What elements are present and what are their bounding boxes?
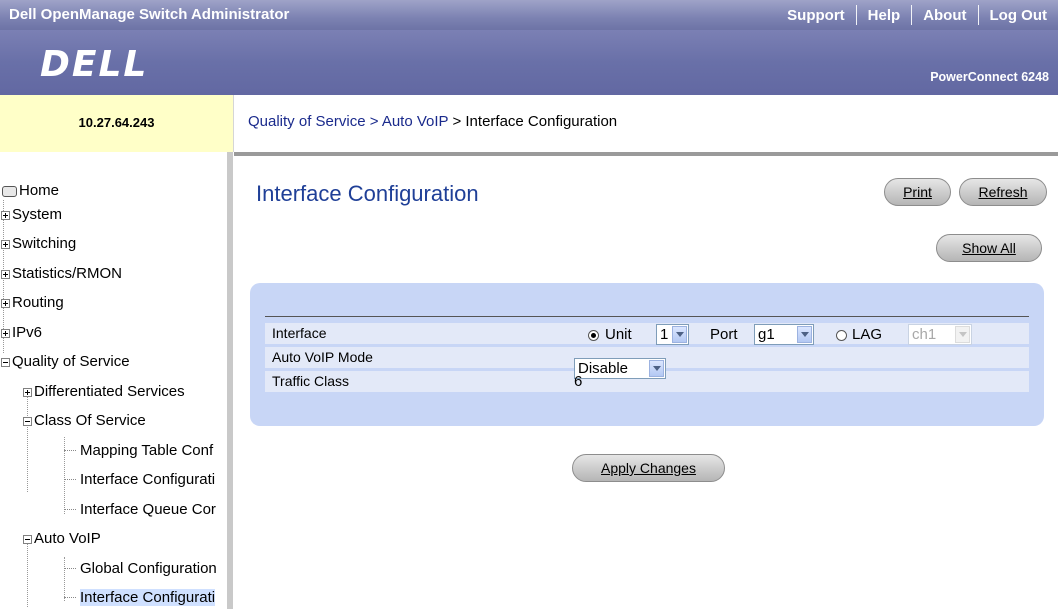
sidebar-item-voip-interface[interactable]: Interface Configurati (64, 589, 216, 606)
expand-icon[interactable] (1, 269, 10, 279)
ip-address: 10.27.64.243 (78, 115, 155, 130)
sidebar-item-label: Switching (12, 235, 77, 252)
sidebar-item-label: Statistics/RMON (12, 265, 123, 282)
sidebar-item-qos[interactable]: Quality of Service (1, 353, 130, 370)
sidebar-item-cos[interactable]: Class Of Service (23, 412, 146, 429)
sidebar-item-label: Quality of Service (12, 353, 130, 370)
help-link[interactable]: Help (857, 7, 912, 24)
expand-icon[interactable] (1, 239, 10, 249)
panel-divider (265, 316, 1029, 317)
sidebar-item-label: Mapping Table Conf (80, 442, 214, 459)
sidebar-item-diffserv[interactable]: Differentiated Services (23, 383, 185, 400)
expand-icon[interactable] (1, 298, 10, 308)
sidebar-item-label: Routing (12, 294, 64, 311)
port-label: Port (710, 326, 738, 343)
app-title: Dell OpenManage Switch Administrator (9, 6, 290, 23)
nav-divider (911, 5, 913, 25)
header-banner (0, 30, 1058, 95)
chevron-down-icon (955, 326, 970, 343)
collapse-icon[interactable] (23, 416, 32, 426)
lag-select[interactable]: ch1 (908, 324, 972, 345)
nav-divider (977, 5, 979, 25)
ip-address-box: 10.27.64.243 (0, 95, 234, 152)
sidebar-nav: Home System Switching Statistics/RMON Ro… (0, 152, 233, 609)
lag-value: ch1 (912, 326, 937, 343)
tree-leaf-line (64, 450, 76, 452)
sidebar-item-home[interactable]: Home (2, 182, 59, 199)
support-link[interactable]: Support (776, 7, 856, 24)
tree-leaf-line (64, 509, 76, 511)
sidebar-item-cos-mapping[interactable]: Mapping Table Conf (64, 442, 213, 459)
chevron-down-icon (649, 360, 664, 377)
collapse-icon[interactable] (1, 357, 10, 367)
expand-icon[interactable] (1, 210, 10, 220)
tree-guide (27, 537, 28, 607)
sidebar-item-label: Class Of Service (34, 412, 146, 429)
sidebar-item-routing[interactable]: Routing (1, 294, 64, 311)
top-bar: Dell OpenManage Switch Administrator Sup… (0, 0, 1058, 30)
switch-model: PowerConnect 6248 (930, 70, 1049, 84)
breadcrumb-autovoip[interactable]: Auto VoIP (382, 113, 448, 130)
breadcrumb-bar: Quality of Service > Auto VoIP > Interfa… (234, 95, 1058, 152)
auto-voip-mode-select[interactable]: Disable (574, 358, 666, 379)
traffic-class-value: 6 (574, 373, 583, 390)
breadcrumb-current: Interface Configuration (465, 113, 618, 130)
logout-link[interactable]: Log Out (979, 7, 1058, 24)
breadcrumb-qos[interactable]: Quality of Service (248, 113, 366, 130)
port-value: g1 (758, 326, 775, 343)
refresh-button[interactable]: Refresh (959, 178, 1047, 206)
sidebar-item-label: Auto VoIP (34, 530, 101, 547)
sidebar-item-label: Interface Queue Cor (80, 501, 216, 518)
unit-value: 1 (660, 326, 669, 343)
sidebar-item-system[interactable]: System (1, 206, 62, 223)
interface-label: Interface (272, 325, 327, 341)
sidebar-item-autovoip[interactable]: Auto VoIP (23, 530, 101, 547)
tree-leaf-line (64, 479, 76, 481)
page-title: Interface Configuration (256, 181, 479, 206)
chevron-down-icon (797, 326, 812, 343)
tree-guide (27, 392, 28, 492)
sidebar-item-label: System (12, 206, 63, 223)
chevron-down-icon (672, 326, 687, 343)
sidebar-item-label: Home (19, 182, 60, 199)
sidebar-item-voip-global[interactable]: Global Configuration (64, 560, 217, 577)
show-all-button[interactable]: Show All (936, 234, 1042, 262)
auto-voip-mode-label: Auto VoIP Mode (272, 349, 373, 365)
sidebar-item-ipv6[interactable]: IPv6 (1, 324, 42, 341)
tree-leaf-line (64, 597, 76, 599)
sidebar-item-label: IPv6 (12, 324, 43, 341)
port-select[interactable]: g1 (754, 324, 814, 345)
unit-select[interactable]: 1 (656, 324, 689, 345)
sidebar-item-cos-interface[interactable]: Interface Configurati (64, 471, 215, 488)
traffic-class-label: Traffic Class (272, 373, 350, 389)
sidebar-item-label: Interface Configurati (80, 589, 216, 606)
top-nav: Support Help About Log Out (776, 0, 1058, 30)
about-link[interactable]: About (912, 7, 977, 24)
sidebar-item-label: Interface Configurati (80, 471, 216, 488)
breadcrumb-separator: > (448, 113, 466, 130)
header-divider (234, 152, 1058, 156)
apply-changes-button[interactable]: Apply Changes (572, 454, 725, 482)
sidebar-item-label: Differentiated Services (34, 383, 185, 400)
dell-logo: DELL (40, 44, 149, 85)
expand-icon[interactable] (23, 387, 32, 397)
lag-label: LAG (852, 326, 883, 343)
nav-divider (855, 5, 857, 25)
print-button[interactable]: Print (884, 178, 951, 206)
unit-radio[interactable] (588, 330, 599, 341)
unit-label: Unit (605, 326, 632, 343)
sidebar-item-statistics[interactable]: Statistics/RMON (1, 265, 122, 282)
sidebar-item-switching[interactable]: Switching (1, 235, 76, 252)
expand-icon[interactable] (1, 328, 10, 338)
breadcrumb-separator: > (365, 113, 382, 130)
breadcrumb: Quality of Service > Auto VoIP > Interfa… (248, 113, 617, 130)
sidebar-item-label: Global Configuration (80, 560, 217, 577)
tree-leaf-line (64, 568, 76, 570)
lag-radio[interactable] (836, 330, 847, 341)
home-icon (2, 185, 17, 197)
collapse-icon[interactable] (23, 534, 32, 544)
sidebar-item-cos-queue[interactable]: Interface Queue Cor (64, 501, 216, 518)
auto-voip-mode-value: Disable (578, 360, 629, 377)
settings-panel: Interface Auto VoIP Mode Traffic Class (250, 283, 1044, 426)
